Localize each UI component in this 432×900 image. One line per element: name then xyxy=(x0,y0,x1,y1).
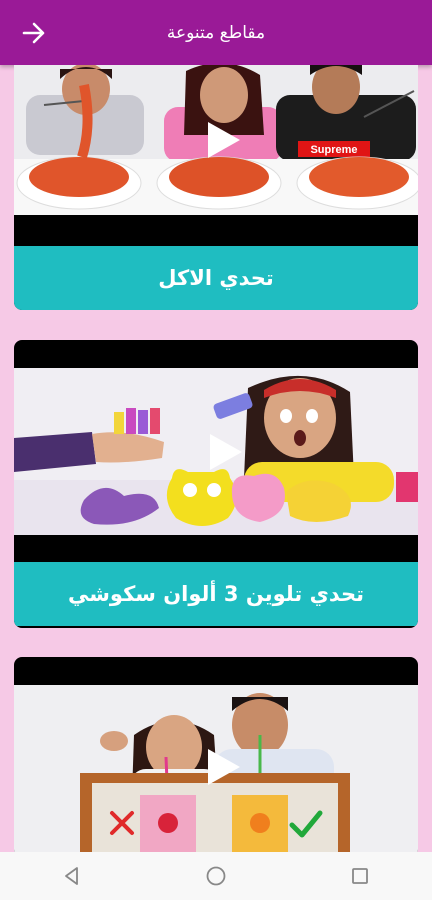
recents-square-icon xyxy=(352,868,368,884)
video-thumbnail[interactable] xyxy=(14,685,418,852)
video-thumbnail[interactable]: Supreme xyxy=(14,65,418,215)
play-icon xyxy=(210,434,242,470)
video-title[interactable]: تحدي الاكل xyxy=(14,246,418,310)
nav-back-button[interactable] xyxy=(47,856,97,896)
system-nav-bar xyxy=(0,852,432,900)
video-card[interactable] xyxy=(14,657,418,852)
video-list[interactable]: Supreme تحدي الاكل تحدي تلوين 3 ألوان سك… xyxy=(0,65,432,852)
play-icon xyxy=(208,749,240,785)
video-title[interactable]: تحدي تلوين 3 ألوان سكوشي xyxy=(14,562,418,626)
video-card[interactable]: تحدي تلوين 3 ألوان سكوشي xyxy=(14,340,418,628)
video-card[interactable]: Supreme تحدي الاكل xyxy=(14,65,418,310)
nav-home-button[interactable] xyxy=(191,856,241,896)
shirt-text: Supreme xyxy=(310,144,357,156)
page-title: مقاطع متنوعة xyxy=(166,22,266,43)
video-thumbnail[interactable] xyxy=(14,368,418,535)
nav-recents-button[interactable] xyxy=(335,856,385,896)
back-triangle-icon xyxy=(65,867,78,885)
home-circle-icon xyxy=(206,866,226,886)
back-button[interactable] xyxy=(18,18,50,48)
arrow-right-icon xyxy=(22,22,45,44)
app-bar: مقاطع متنوعة xyxy=(0,0,432,65)
play-icon xyxy=(208,122,240,158)
